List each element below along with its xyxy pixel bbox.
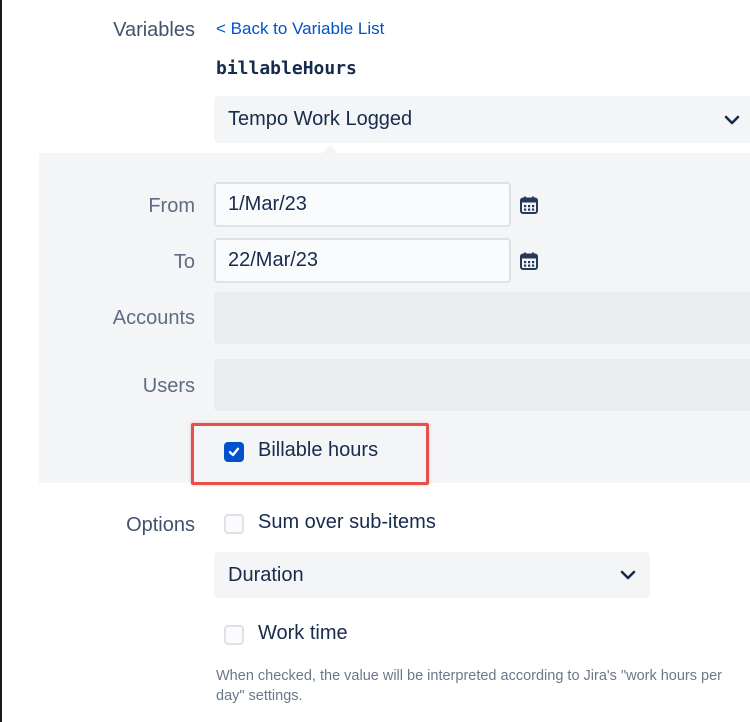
billable-hours-label[interactable]: Billable hours (258, 439, 378, 462)
sum-over-subitems-label[interactable]: Sum over sub-items (258, 511, 436, 534)
accounts-label: Accounts (112, 307, 195, 329)
calendar-icon[interactable] (520, 196, 538, 214)
data-source-select-value: Tempo Work Logged (228, 108, 413, 130)
to-label: To (173, 251, 195, 273)
chevron-down-icon (620, 570, 636, 580)
work-time-checkbox[interactable] (224, 625, 244, 645)
variable-editor: Variables < Back to Variable List billab… (0, 0, 750, 722)
options-label: Options (126, 514, 195, 536)
from-label: From (148, 195, 195, 217)
data-source-select[interactable]: Tempo Work Logged (214, 96, 750, 143)
work-time-label[interactable]: Work time (258, 622, 348, 645)
format-select-value: Duration (228, 563, 304, 586)
accounts-multiselect[interactable] (214, 292, 750, 344)
to-date-input[interactable]: 22/Mar/23 (214, 238, 511, 283)
from-date-value: 1/Mar/23 (228, 193, 307, 215)
back-to-variable-list-link[interactable]: < Back to Variable List (216, 19, 384, 39)
variable-name: billableHours (216, 58, 357, 79)
from-date-input[interactable]: 1/Mar/23 (214, 182, 511, 227)
users-multiselect[interactable] (214, 359, 750, 411)
checkmark-icon (228, 447, 240, 457)
chevron-down-icon (724, 115, 740, 124)
work-time-help-text: When checked, the value will be interpre… (216, 668, 722, 704)
billable-hours-checkbox[interactable] (224, 442, 244, 462)
calendar-icon[interactable] (520, 252, 538, 270)
to-date-value: 22/Mar/23 (228, 249, 319, 271)
users-label: Users (142, 375, 195, 397)
variables-heading: Variables (113, 19, 195, 41)
sum-over-subitems-checkbox[interactable] (224, 514, 244, 534)
format-select[interactable]: Duration (214, 552, 650, 598)
